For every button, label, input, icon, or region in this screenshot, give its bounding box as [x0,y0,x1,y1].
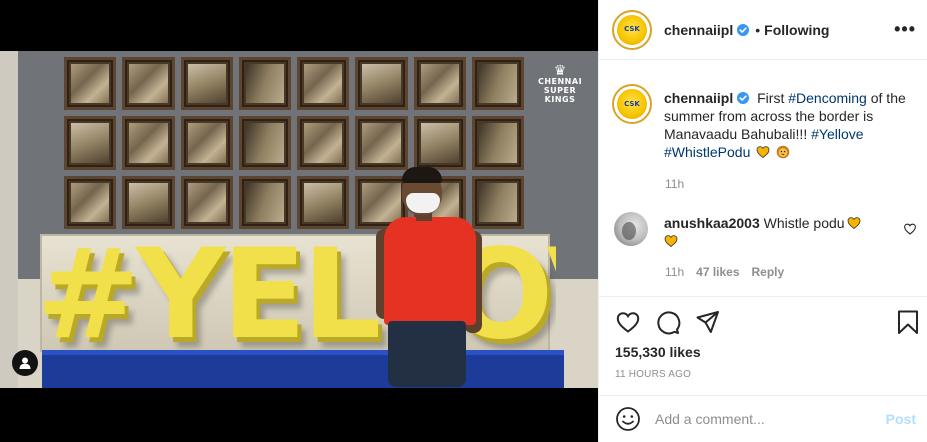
hashtag-yellove[interactable]: #Yellove [811,126,863,142]
commenter-avatar[interactable] [614,212,648,246]
photo-frame [180,57,233,111]
photo-frame [297,57,350,111]
photo-frame [238,175,291,229]
caption-username[interactable]: chennaiipl [664,90,733,106]
post-timestamp[interactable]: 11 HOURS AGO [615,369,691,380]
photo-frame [471,116,524,170]
likes-count[interactable]: 155,330 likes [615,344,701,360]
header-user-info: chennaiipl • Following [664,22,829,38]
comment-like-heart-icon[interactable] [903,222,917,236]
commenter-username[interactable]: anushkaa2003 [664,215,760,231]
comment-likes-count[interactable]: 47 likes [696,265,739,279]
post-actions: 155,330 likes 11 HOURS AGO [599,296,927,396]
csk-watermark-logo: ♛ CHENNAI SUPER KINGS [532,62,588,104]
header-separator: • [755,21,761,38]
photo-frame [355,116,408,170]
hashtag-dencoming[interactable]: #Dencoming [788,90,867,106]
person-hair [402,167,442,183]
yellow-heart-icon [664,235,678,248]
photo-frame [64,57,117,111]
verified-badge-icon [737,92,750,104]
photo-frame [297,116,350,170]
csk-watermark-line1: CHENNAI [537,77,583,86]
share-icon[interactable] [695,309,721,335]
photo-frame [180,175,233,229]
person-shirt [384,217,476,325]
user-icon [19,357,31,369]
comment-meta: 11h 47 likes Reply [665,265,784,279]
comment-timestamp[interactable]: 11h [665,265,684,279]
photo-frame [64,175,117,229]
photo-frame [238,57,291,111]
post-media[interactable]: ♛ CHENNAI SUPER KINGS #YELLOVE [0,0,598,442]
csk-watermark-line2: SUPER [543,86,577,95]
avatar-logo: CSK [617,89,647,119]
caption-body-1: First [753,90,789,106]
photo-frame [122,175,175,229]
emoji-picker-icon[interactable] [615,406,641,432]
hashtag-whistlepodu[interactable]: #WhistlePodu [664,144,750,160]
comment-body: Whistle podu [763,215,845,231]
photo-frame [180,116,233,170]
caption-author-avatar[interactable]: CSK [612,84,652,124]
more-options-icon[interactable]: ••• [894,20,916,38]
comment-item: anushkaa2003 Whistle podu [612,212,917,250]
yellow-heart-icon [847,217,860,230]
bookmark-icon[interactable] [895,309,921,335]
comment-icon[interactable] [655,309,681,335]
author-avatar[interactable]: CSK [612,9,652,50]
photo-frame [413,57,466,111]
person-face-mask [406,193,440,213]
lion-face-icon [776,145,790,159]
lion-icon: ♛ [553,62,567,78]
comment-text: anushkaa2003 Whistle podu [664,214,884,250]
post-photo[interactable]: ♛ CHENNAI SUPER KINGS #YELLOVE [0,51,598,388]
post-side-panel: CSK chennaiipl • Following ••• CSK chenn… [598,0,927,442]
post-caption: CSK chennaiipl First #Dencoming of the s… [599,72,927,161]
sign-base-edge [42,350,564,355]
avatar-logo: CSK [617,14,647,45]
heart-icon[interactable] [615,309,641,335]
photo-wall-left [0,51,18,388]
caption-text: chennaiipl First #Dencoming of the summe… [664,89,912,161]
user-tags-button[interactable] [12,350,38,376]
photo-frame [355,57,408,111]
yellow-heart-icon [756,146,770,159]
photo-frame [122,116,175,170]
photo-frame [64,116,117,170]
photo-frame [238,116,291,170]
following-button[interactable]: Following [764,22,829,38]
caption-timestamp[interactable]: 11h [665,177,684,191]
post-header: CSK chennaiipl • Following ••• [599,0,927,60]
header-username[interactable]: chennaiipl [664,22,733,38]
photo-frame [122,57,175,111]
photo-frame [413,116,466,170]
verified-badge-icon [737,23,750,36]
post-comment-button[interactable]: Post [886,411,916,427]
photo-frame [471,57,524,111]
person-figure [376,167,482,388]
comment-reply-button[interactable]: Reply [752,265,785,279]
csk-watermark-line3: KINGS [544,95,576,104]
sign-base [42,350,564,388]
add-comment-input[interactable] [655,411,875,427]
person-shorts [388,321,466,387]
photo-frame [297,175,350,229]
add-comment-bar: Post [599,395,927,442]
